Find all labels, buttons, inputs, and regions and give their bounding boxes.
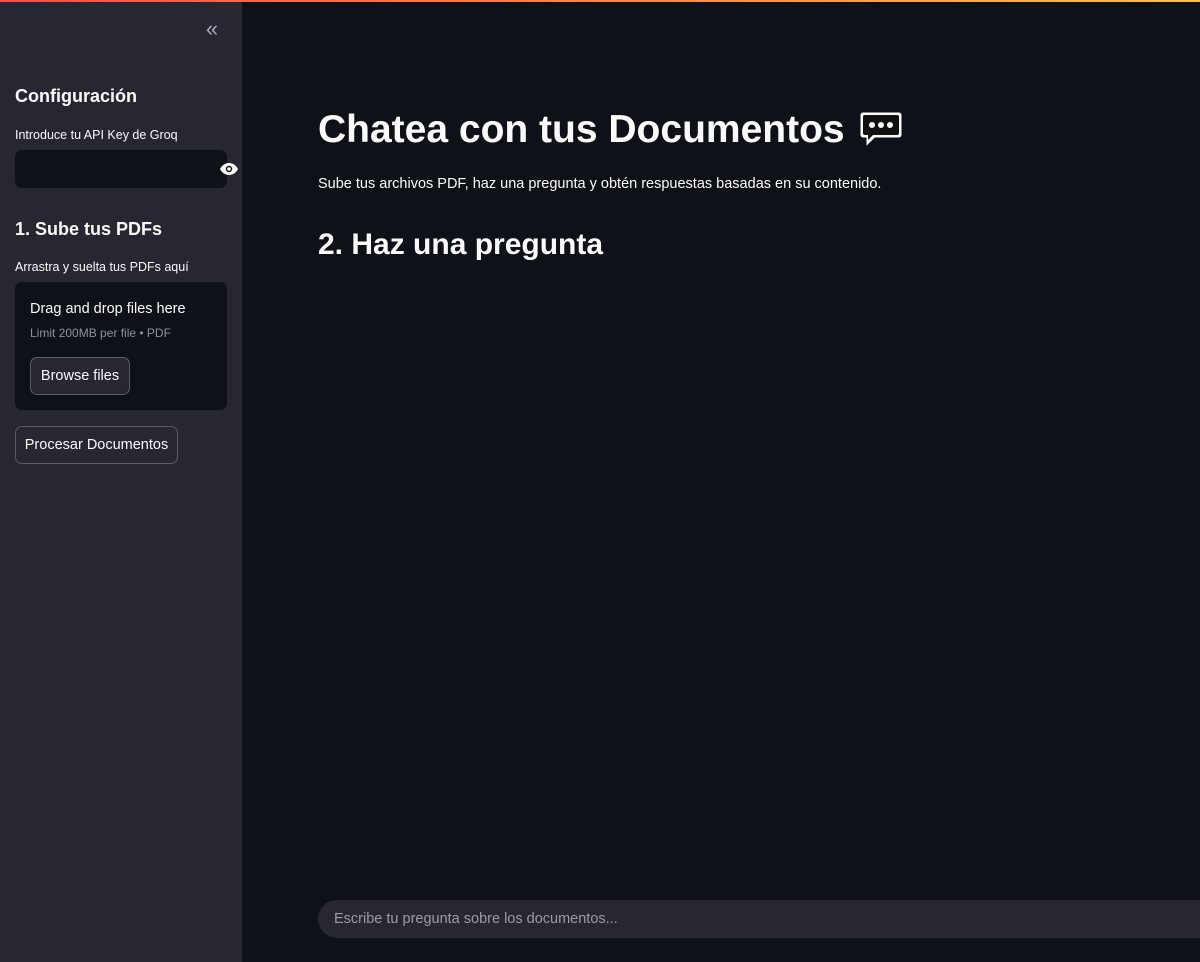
chat-input-bar (318, 900, 1200, 938)
file-dropzone[interactable]: Drag and drop files here Limit 200MB per… (15, 282, 227, 410)
sidebar: « Configuración Introduce tu API Key de … (0, 2, 242, 962)
collapse-sidebar-button[interactable]: « (198, 16, 226, 42)
process-documents-button[interactable]: Procesar Documentos (15, 426, 178, 464)
browse-files-button[interactable]: Browse files (30, 357, 130, 395)
config-header: Configuración (15, 86, 137, 106)
speech-balloon-icon (859, 110, 903, 150)
dropzone-title: Drag and drop files here (30, 301, 186, 317)
question-header: 2. Haz una pregunta (318, 228, 604, 261)
page-title: Chatea con tus Documentos (318, 108, 903, 152)
page-title-text: Chatea con tus Documentos (318, 108, 845, 151)
chat-input[interactable] (318, 900, 1200, 938)
api-key-input[interactable] (15, 150, 220, 188)
show-password-icon[interactable] (220, 150, 238, 188)
api-key-field (15, 150, 238, 188)
dropzone-limit: Limit 200MB per file • PDF (30, 326, 171, 340)
page-subtitle: Sube tus archivos PDF, haz una pregunta … (318, 176, 882, 192)
upload-header: 1. Sube tus PDFs (15, 219, 163, 239)
double-chevron-left-icon: « (205, 16, 219, 41)
upload-label: Arrastra y suelta tus PDFs aquí (15, 260, 189, 274)
api-key-label: Introduce tu API Key de Groq (15, 128, 178, 142)
